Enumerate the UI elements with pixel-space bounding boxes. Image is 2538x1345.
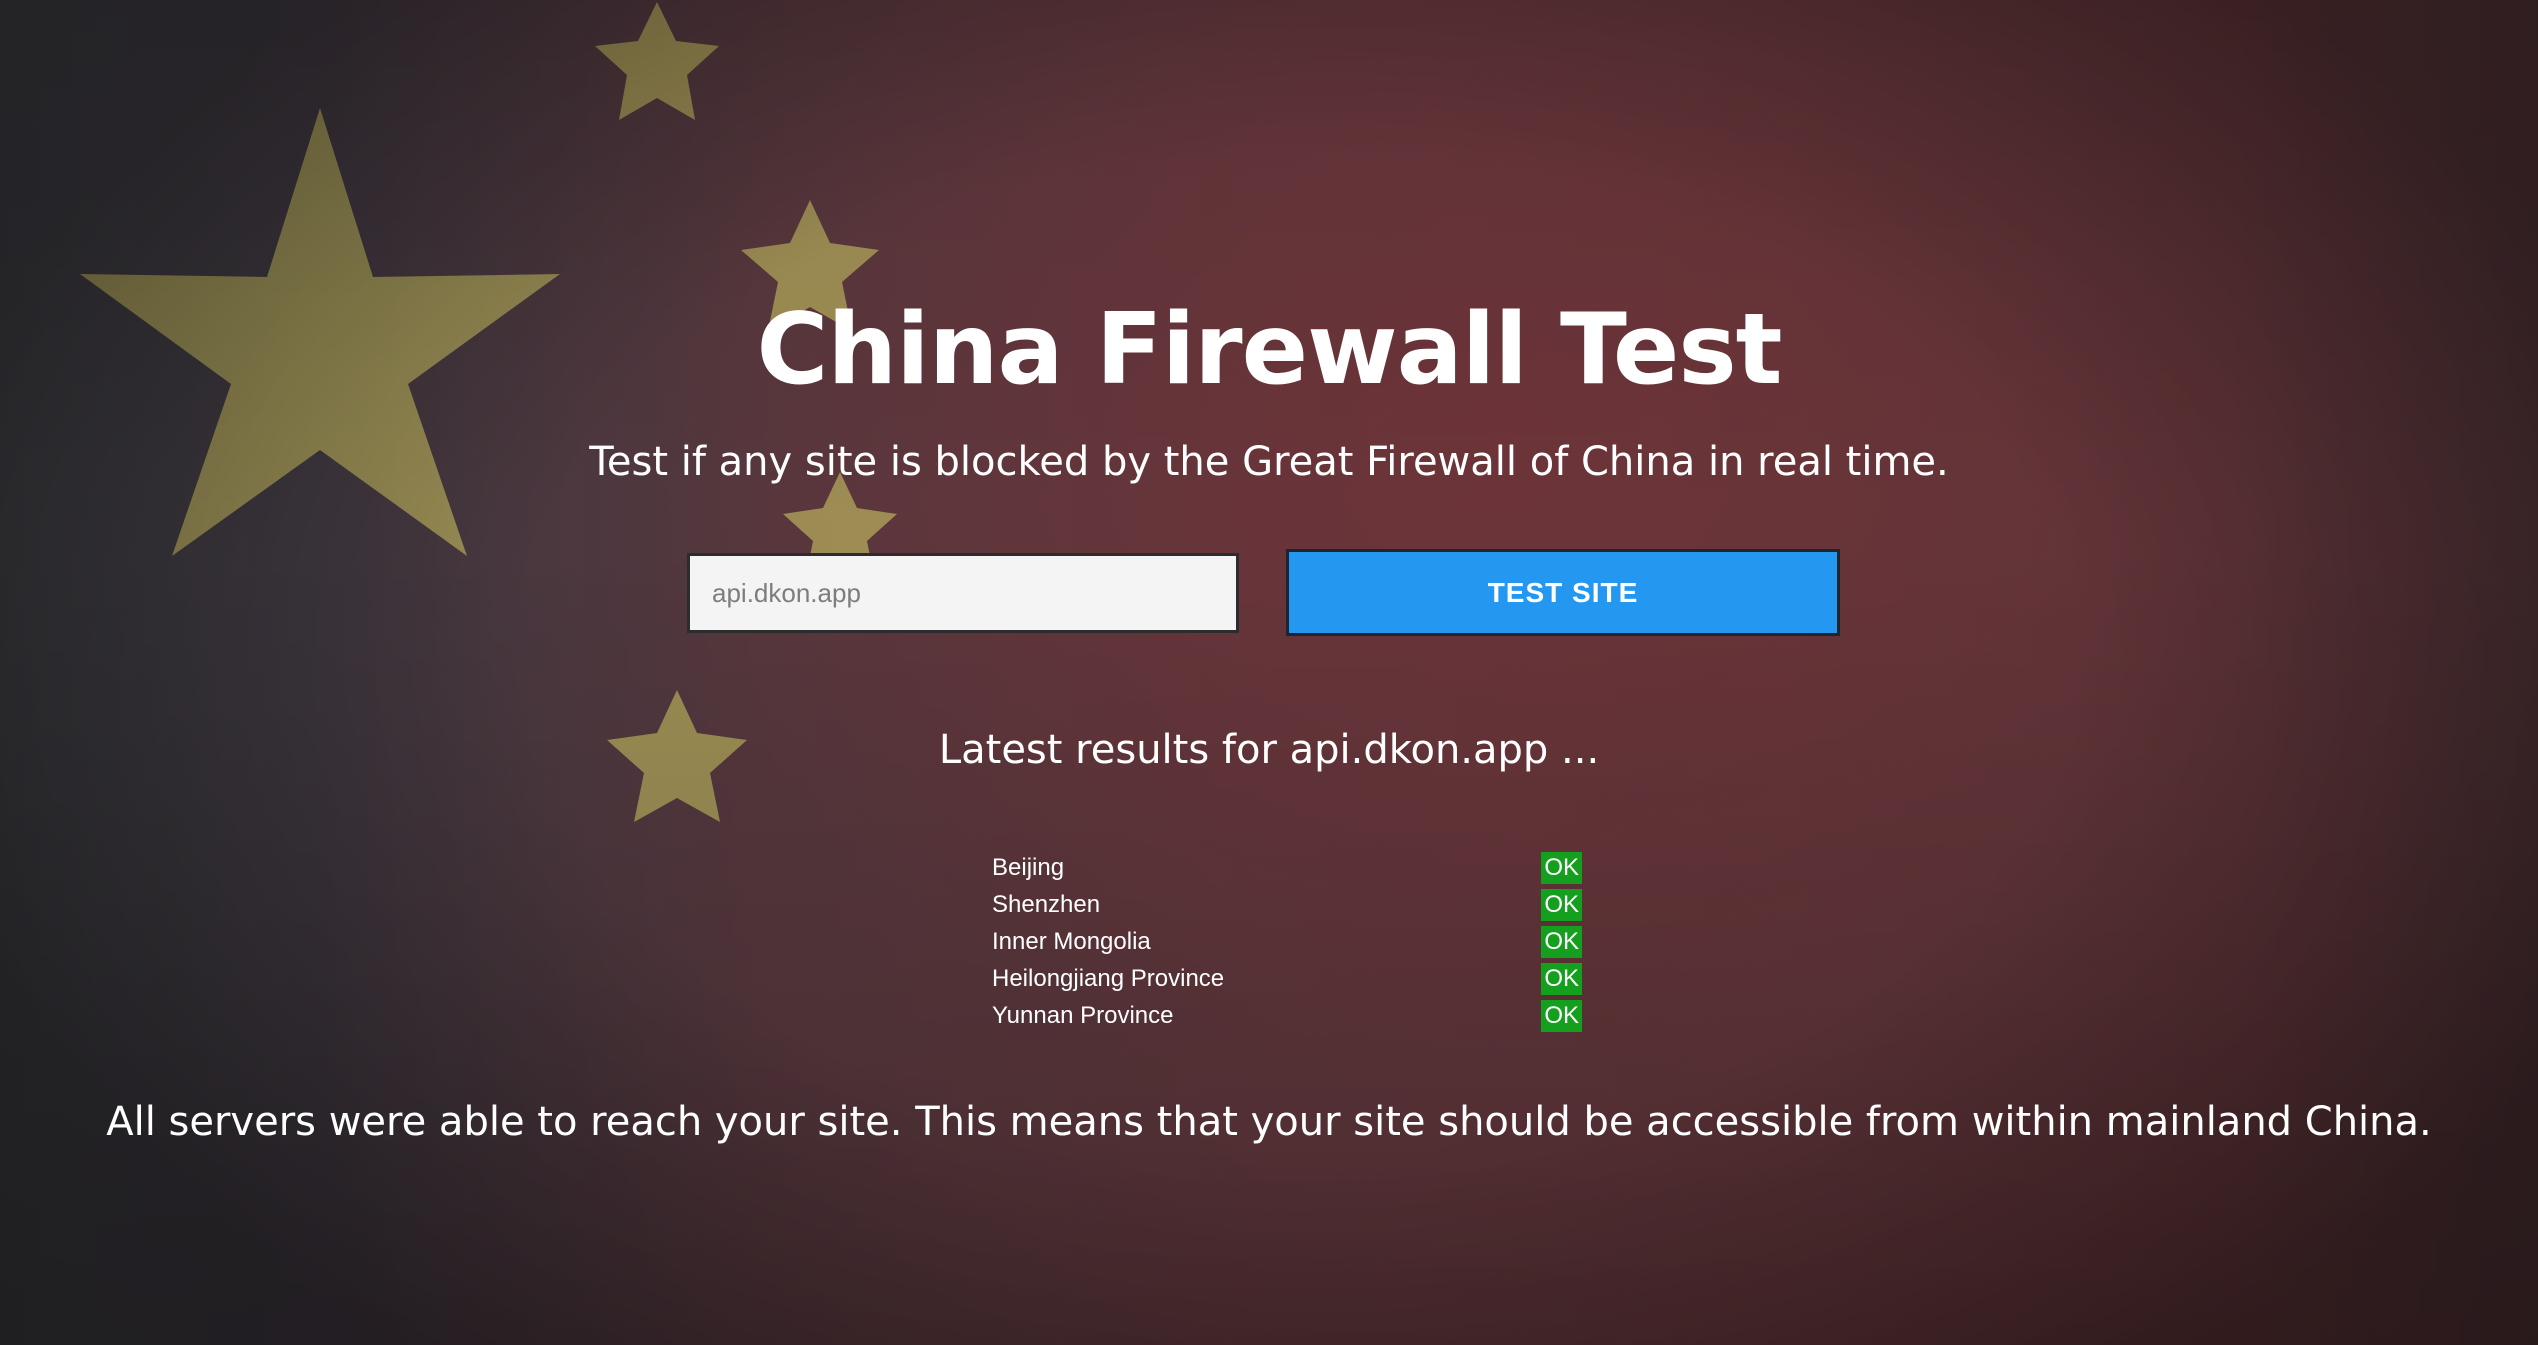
table-row: Shenzhen OK <box>992 886 1582 923</box>
results-table: Beijing OK Shenzhen OK Inner Mongolia OK… <box>992 849 1582 1034</box>
page-title: China Firewall Test <box>756 293 1782 407</box>
status-badge: OK <box>1541 962 1582 995</box>
table-row: Heilongjiang Province OK <box>992 960 1582 997</box>
location-label: Shenzhen <box>992 890 1101 918</box>
table-row: Yunnan Province OK <box>992 997 1582 1034</box>
status-badge: OK <box>1541 999 1582 1032</box>
results-summary: All servers were able to reach your site… <box>106 1099 2432 1145</box>
location-label: Beijing <box>992 853 1065 881</box>
site-url-input[interactable] <box>687 553 1239 633</box>
status-badge: OK <box>1541 925 1582 958</box>
page-subtitle: Test if any site is blocked by the Great… <box>589 439 1949 485</box>
status-badge: OK <box>1541 888 1582 921</box>
test-site-button[interactable]: TEST SITE <box>1286 549 1840 636</box>
results-heading: Latest results for api.dkon.app ... <box>938 727 1600 773</box>
location-label: Heilongjiang Province <box>992 964 1225 992</box>
location-label: Inner Mongolia <box>992 927 1151 955</box>
location-label: Yunnan Province <box>992 1001 1174 1029</box>
table-row: Beijing OK <box>992 849 1582 886</box>
status-badge: OK <box>1541 851 1582 884</box>
table-row: Inner Mongolia OK <box>992 923 1582 960</box>
